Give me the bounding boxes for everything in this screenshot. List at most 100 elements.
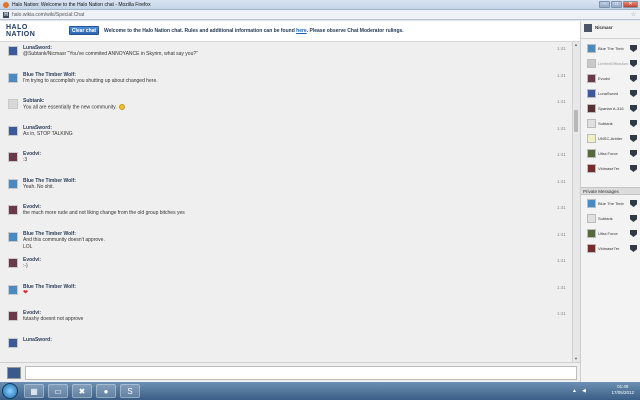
message-body: As in, STOP TALKING xyxy=(23,130,73,137)
rules-link[interactable]: here xyxy=(296,28,307,34)
avatar xyxy=(587,89,596,98)
message-body: You all are essentially the new communit… xyxy=(23,104,117,111)
message-author[interactable]: Blue The Timber Wolf: xyxy=(23,284,76,290)
message-timestamp: 1:41 xyxy=(557,311,566,316)
message-text: And this community doesn't approve. LOL xyxy=(23,237,105,251)
avatar[interactable] xyxy=(8,205,18,215)
rank-shield-icon xyxy=(630,60,637,67)
skype-icon[interactable]: S xyxy=(120,384,140,398)
user-list-item[interactable]: Evodvi xyxy=(581,71,640,86)
avatar[interactable] xyxy=(8,152,18,162)
maximize-button[interactable]: □ xyxy=(611,1,622,8)
firefox-taskbar-icon[interactable]: ● xyxy=(96,384,116,398)
avatar xyxy=(587,149,596,158)
user-list-item[interactable]: Subtank xyxy=(581,211,640,226)
user-name: Vidmase7er xyxy=(598,246,620,251)
user-list-item[interactable]: Subtank xyxy=(581,116,640,131)
avatar xyxy=(587,244,596,253)
address-bar[interactable]: H halo.wikia.com/wiki/Special:Chat ☆ xyxy=(0,10,640,20)
avatar xyxy=(587,119,596,128)
user-name: Ultra Force xyxy=(598,231,618,236)
avatar[interactable] xyxy=(8,284,18,295)
minimize-button[interactable]: – xyxy=(599,1,610,8)
avatar[interactable] xyxy=(8,258,18,268)
message-timestamp: 1:41 xyxy=(557,284,566,290)
message-text: I'm trying to accomplish you shutting up… xyxy=(23,78,158,85)
rank-shield-icon xyxy=(630,120,637,127)
user-list-item[interactable]: Vidmase7er xyxy=(581,241,640,256)
message-body: And this community doesn't approve. xyxy=(23,236,105,243)
message-body: :3 xyxy=(23,157,28,163)
window-controls: – □ ✕ xyxy=(599,1,638,8)
scroll-up-arrow-icon[interactable]: ▲ xyxy=(573,42,579,48)
rank-shield-icon xyxy=(630,165,637,172)
user-name: Subtank xyxy=(598,216,613,221)
user-list-item[interactable]: Ultra Force xyxy=(581,146,640,161)
chat-message: Blue The Timber Wolf: And this community … xyxy=(0,228,572,256)
avatar[interactable] xyxy=(8,99,18,109)
avatar[interactable] xyxy=(8,178,18,189)
user-list-item[interactable]: Ultra Force xyxy=(581,226,640,241)
user-name: LimitedOfficeAway xyxy=(598,61,628,66)
avatar[interactable] xyxy=(8,125,18,136)
user-list-item[interactable]: Blue The Timb xyxy=(581,41,640,56)
network-icon[interactable]: ▲ xyxy=(572,388,577,394)
rank-shield-icon xyxy=(630,135,637,142)
clear-chat-button[interactable]: Clear chat xyxy=(69,26,99,35)
message-body: :-) xyxy=(23,263,28,269)
avatar[interactable] xyxy=(8,231,18,242)
avatar[interactable] xyxy=(8,311,18,321)
chat-message: Blue The Timber Wolf: ❤ 1:41 xyxy=(0,281,572,309)
message-timestamp: 1:41 xyxy=(557,205,566,210)
message-timestamp: 1:41 xyxy=(557,46,566,51)
avatar[interactable] xyxy=(8,72,18,83)
current-user-name: Nicmasr xyxy=(595,25,613,30)
chat-message-list[interactable]: LunaSword: @Subtank/Nicmasr "You've commi… xyxy=(0,42,572,362)
user-name: Blue The Timb xyxy=(598,46,624,51)
message-timestamp: 1:41 xyxy=(557,99,566,104)
chat-message: LunaSword: @Subtank/Nicmasr "You've commi… xyxy=(0,42,572,70)
user-name: Spartan A-316 xyxy=(598,106,624,111)
game-icon[interactable]: ✖ xyxy=(72,384,92,398)
message-timestamp: 1:41 xyxy=(557,125,566,131)
avatar[interactable] xyxy=(8,46,18,56)
avatar xyxy=(587,104,596,113)
clock[interactable]: 01:49 17/05/2012 xyxy=(611,384,634,396)
chat-message-input[interactable] xyxy=(25,366,577,380)
avatar xyxy=(587,134,596,143)
system-tray: ▲ ◀ 01:49 17/05/2012 xyxy=(568,384,638,398)
clock-time: 01:49 xyxy=(617,384,629,389)
url-text[interactable]: halo.wikia.com/wiki/Special:Chat xyxy=(12,12,84,18)
chat-message: Blue The Timber Wolf: I'm trying to accom… xyxy=(0,69,572,97)
user-name: Ultra Force xyxy=(598,151,618,156)
user-list-item[interactable]: LimitedOfficeAway xyxy=(581,56,640,71)
close-button[interactable]: ✕ xyxy=(623,1,638,8)
rank-shield-icon xyxy=(630,90,637,97)
scrollbar-thumb[interactable] xyxy=(574,110,578,132)
chat-scrollbar[interactable]: ▲ ▼ xyxy=(572,42,579,362)
message-body: futashy doesnt not approve xyxy=(23,316,84,322)
user-list-item[interactable]: Spartan A-316 xyxy=(581,101,640,116)
welcome-text: Welcome to the Halo Nation chat. Rules a… xyxy=(104,28,295,34)
user-list-item[interactable]: Vidmase7er xyxy=(581,161,640,176)
message-author[interactable]: LunaSword: xyxy=(23,337,52,343)
chat-message: Blue The Timber Wolf: Yeah. No shit. 1:41 xyxy=(0,175,572,203)
folder-icon[interactable]: ▭ xyxy=(48,384,68,398)
explorer-icon[interactable]: ▦ xyxy=(24,384,44,398)
chat-message: Subtank: You all are essentially the new … xyxy=(0,95,572,123)
volume-icon[interactable]: ◀ xyxy=(582,388,586,394)
message-body: I'm trying to accomplish you shutting up… xyxy=(23,77,158,84)
halo-nation-logo: HALO NATION xyxy=(6,24,36,38)
avatar[interactable] xyxy=(8,337,18,348)
message-text: :3 xyxy=(23,157,27,164)
user-list-item[interactable]: UNSC-Arbiter xyxy=(581,131,640,146)
rank-shield-icon xyxy=(630,200,637,207)
avatar xyxy=(587,74,596,83)
user-list-item[interactable]: LunaSword xyxy=(581,86,640,101)
rank-shield-icon xyxy=(630,45,637,52)
user-name: Vidmase7er xyxy=(598,166,620,171)
current-user[interactable]: Nicmasr xyxy=(581,21,640,39)
start-button[interactable] xyxy=(2,383,18,399)
user-list-item[interactable]: Blue The Timb xyxy=(581,196,640,211)
bookmark-star-icon[interactable]: ☆ xyxy=(631,11,636,18)
